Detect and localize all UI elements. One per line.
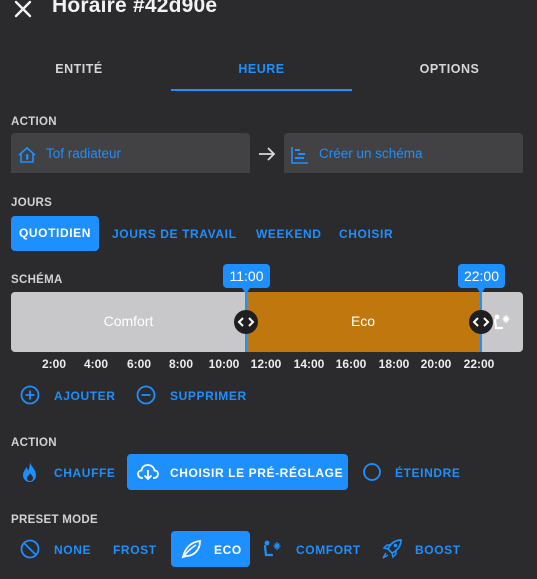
thermostat-home-icon	[17, 145, 37, 165]
tick-label: 6:00	[126, 357, 152, 371]
drag-handle-2[interactable]	[469, 310, 493, 334]
tab-options[interactable]: OPTIONS	[362, 62, 537, 80]
days-option-daily[interactable]: QUOTIDIEN	[11, 216, 99, 251]
marker-time-2: 22:00	[458, 264, 505, 288]
preset-none[interactable]: NONE	[54, 543, 91, 557]
choose-preset-button[interactable]: CHOISIR LE PRÉ-RÉGLAGE	[127, 454, 348, 490]
action-section-label: ACTION	[11, 116, 57, 128]
tick-label: 16:00	[335, 357, 367, 371]
dialog-header: Horaire #42d90e	[0, 0, 537, 30]
action2-section-label: ACTION	[11, 437, 57, 449]
schema-field[interactable]: Créer un schéma	[284, 133, 523, 173]
schema-section-label: SCHÉMA	[11, 274, 63, 286]
segment-label: Comfort	[103, 313, 154, 329]
days-section-label: JOURS	[11, 197, 53, 209]
off-option[interactable]: ÉTEINDRE	[395, 466, 460, 480]
choose-preset-label: CHOISIR LE PRÉ-RÉGLAGE	[170, 466, 344, 480]
rocket-icon	[381, 538, 403, 560]
tab-active-indicator	[171, 89, 352, 91]
marker-time-1: 11:00	[223, 264, 270, 288]
heat-option[interactable]: CHAUFFE	[54, 466, 116, 480]
days-option-workdays[interactable]: JOURS DE TRAVAIL	[112, 227, 237, 241]
tick-label: 18:00	[378, 357, 410, 371]
minus-circle-icon[interactable]	[136, 385, 156, 405]
preset-frost[interactable]: FROST	[113, 543, 157, 557]
preset-eco-button[interactable]: ECO	[171, 531, 250, 567]
preset-section-label: PRESET MODE	[11, 514, 99, 526]
marker-pointer-2	[477, 288, 485, 294]
tick-label: 20:00	[420, 357, 452, 371]
tick-label: 10:00	[208, 357, 240, 371]
segment-comfort[interactable]: Comfort	[11, 292, 246, 352]
tick-label: 22:00	[463, 357, 495, 371]
remove-button[interactable]: SUPPRIMER	[170, 389, 247, 403]
arrow-right-icon	[256, 143, 278, 165]
schedule-timeline[interactable]: Comfort Eco	[11, 292, 523, 352]
tick-label: 8:00	[168, 357, 194, 371]
cancel-circle-icon	[20, 539, 40, 559]
drag-handle-1[interactable]	[234, 310, 258, 334]
preset-comfort[interactable]: COMFORT	[296, 543, 361, 557]
tick-label: 12:00	[250, 357, 282, 371]
marker-pointer-1	[242, 288, 250, 294]
timeline-chart-icon	[290, 145, 310, 165]
tick-label: 2:00	[41, 357, 67, 371]
schema-field-value: Créer un schéma	[319, 146, 423, 161]
fire-icon	[20, 461, 40, 483]
segment-label: Eco	[350, 313, 376, 329]
close-icon[interactable]	[10, 0, 36, 22]
leaf-icon	[180, 538, 202, 560]
cloud-download-icon	[137, 462, 159, 482]
tick-label: 14:00	[293, 357, 325, 371]
days-option-weekend[interactable]: WEEKEND	[256, 227, 322, 241]
add-button[interactable]: AJOUTER	[54, 389, 116, 403]
preset-boost[interactable]: BOOST	[415, 543, 461, 557]
entity-field[interactable]: Tof radiateur	[11, 133, 250, 173]
comfort-snow-icon	[491, 311, 513, 333]
dialog-title: Horaire #42d90e	[52, 0, 218, 17]
days-option-custom[interactable]: CHOISIR	[339, 227, 393, 241]
chevron-left-right-icon	[237, 317, 255, 327]
entity-field-value: Tof radiateur	[46, 146, 122, 161]
radio-circle-icon[interactable]	[362, 462, 382, 482]
tick-label: 4:00	[83, 357, 109, 371]
tab-entity[interactable]: ENTITÉ	[0, 62, 158, 80]
plus-circle-icon[interactable]	[20, 385, 40, 405]
comfort-snow-icon	[262, 538, 284, 560]
chevron-left-right-icon	[472, 317, 490, 327]
segment-eco[interactable]: Eco	[246, 292, 480, 352]
tab-time[interactable]: HEURE	[171, 62, 352, 80]
preset-eco-label: ECO	[214, 543, 242, 557]
